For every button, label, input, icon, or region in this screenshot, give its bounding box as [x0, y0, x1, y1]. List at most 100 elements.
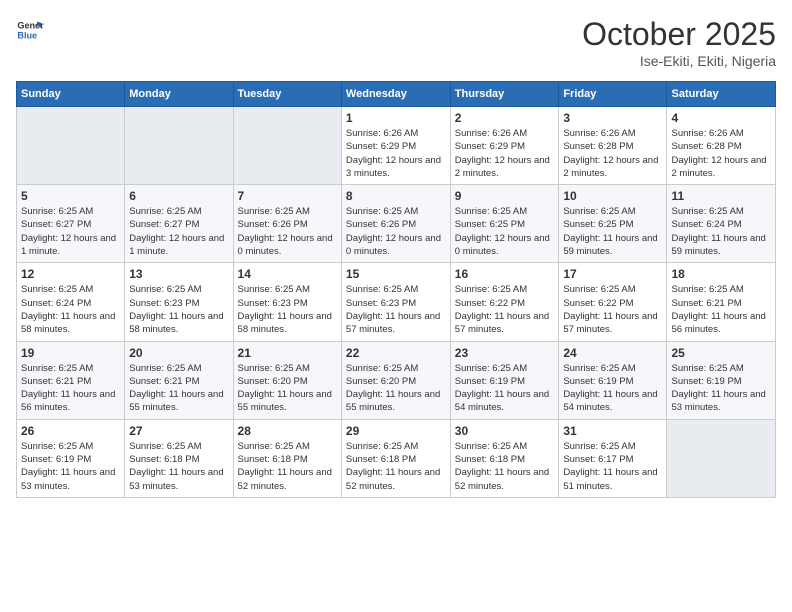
calendar-cell: 14Sunrise: 6:25 AM Sunset: 6:23 PM Dayli…	[233, 263, 341, 341]
day-info: Sunrise: 6:25 AM Sunset: 6:27 PM Dayligh…	[21, 205, 120, 258]
calendar-cell	[125, 107, 233, 185]
day-number: 13	[129, 267, 228, 281]
day-info: Sunrise: 6:25 AM Sunset: 6:18 PM Dayligh…	[129, 440, 228, 493]
day-number: 27	[129, 424, 228, 438]
calendar-cell: 9 Sunrise: 6:25 AM Sunset: 6:25 PM Daylig…	[450, 185, 559, 263]
day-number: 5	[21, 189, 120, 203]
calendar-cell: 6 Sunrise: 6:25 AM Sunset: 6:27 PM Daylig…	[125, 185, 233, 263]
day-number: 28	[238, 424, 337, 438]
day-info: Sunrise: 6:25 AM Sunset: 6:18 PM Dayligh…	[238, 440, 337, 493]
day-info: Sunrise: 6:25 AM Sunset: 6:19 PM Dayligh…	[563, 362, 662, 415]
day-info: Sunrise: 6:25 AM Sunset: 6:17 PM Dayligh…	[563, 440, 662, 493]
logo-icon: General Blue	[16, 16, 44, 44]
day-info: Sunrise: 6:26 AM Sunset: 6:29 PM Dayligh…	[455, 127, 555, 180]
calendar-cell: 30 Sunrise: 6:25 AM Sunset: 6:18 PM Dayli…	[450, 419, 559, 497]
calendar-cell: 7 Sunrise: 6:25 AM Sunset: 6:26 PM Daylig…	[233, 185, 341, 263]
day-number: 2	[455, 111, 555, 125]
day-info: Sunrise: 6:25 AM Sunset: 6:25 PM Dayligh…	[563, 205, 662, 258]
day-number: 6	[129, 189, 228, 203]
calendar-table: SundayMondayTuesdayWednesdayThursdayFrid…	[16, 81, 776, 498]
calendar-cell	[17, 107, 125, 185]
day-info: Sunrise: 6:25 AM Sunset: 6:19 PM Dayligh…	[21, 440, 120, 493]
day-number: 22	[346, 346, 446, 360]
day-number: 11	[671, 189, 771, 203]
calendar-cell	[667, 419, 776, 497]
weekday-header-monday: Monday	[125, 82, 233, 107]
day-number: 1	[346, 111, 446, 125]
calendar-cell: 22 Sunrise: 6:25 AM Sunset: 6:20 PM Dayli…	[341, 341, 450, 419]
calendar-cell: 21Sunrise: 6:25 AM Sunset: 6:20 PM Dayli…	[233, 341, 341, 419]
day-number: 21	[238, 346, 337, 360]
calendar-cell: 26 Sunrise: 6:25 AM Sunset: 6:19 PM Dayli…	[17, 419, 125, 497]
calendar-cell: 24 Sunrise: 6:25 AM Sunset: 6:19 PM Dayli…	[559, 341, 667, 419]
day-info: Sunrise: 6:25 AM Sunset: 6:22 PM Dayligh…	[563, 283, 662, 336]
calendar-cell: 16 Sunrise: 6:25 AM Sunset: 6:22 PM Dayli…	[450, 263, 559, 341]
weekday-header-thursday: Thursday	[450, 82, 559, 107]
calendar-cell: 28 Sunrise: 6:25 AM Sunset: 6:18 PM Dayli…	[233, 419, 341, 497]
location: Ise-Ekiti, Ekiti, Nigeria	[582, 53, 776, 69]
calendar-cell: 15 Sunrise: 6:25 AM Sunset: 6:23 PM Dayli…	[341, 263, 450, 341]
calendar-cell: 10 Sunrise: 6:25 AM Sunset: 6:25 PM Dayli…	[559, 185, 667, 263]
day-info: Sunrise: 6:26 AM Sunset: 6:28 PM Dayligh…	[671, 127, 771, 180]
svg-text:Blue: Blue	[17, 30, 37, 40]
day-info: Sunrise: 6:25 AM Sunset: 6:26 PM Dayligh…	[346, 205, 446, 258]
day-info: Sunrise: 6:25 AM Sunset: 6:22 PM Dayligh…	[455, 283, 555, 336]
day-info: Sunrise: 6:25 AM Sunset: 6:19 PM Dayligh…	[455, 362, 555, 415]
weekday-header-tuesday: Tuesday	[233, 82, 341, 107]
day-number: 15	[346, 267, 446, 281]
day-number: 30	[455, 424, 555, 438]
calendar-cell: 27 Sunrise: 6:25 AM Sunset: 6:18 PM Dayli…	[125, 419, 233, 497]
day-info: Sunrise: 6:25 AM Sunset: 6:23 PM Dayligh…	[346, 283, 446, 336]
day-number: 12	[21, 267, 120, 281]
calendar-cell: 8Sunrise: 6:25 AM Sunset: 6:26 PM Daylig…	[341, 185, 450, 263]
calendar-cell: 5 Sunrise: 6:25 AM Sunset: 6:27 PM Daylig…	[17, 185, 125, 263]
day-number: 24	[563, 346, 662, 360]
calendar-cell: 12 Sunrise: 6:25 AM Sunset: 6:24 PM Dayli…	[17, 263, 125, 341]
day-number: 7	[238, 189, 337, 203]
day-number: 16	[455, 267, 555, 281]
calendar-cell	[233, 107, 341, 185]
weekday-header-saturday: Saturday	[667, 82, 776, 107]
day-info: Sunrise: 6:25 AM Sunset: 6:24 PM Dayligh…	[21, 283, 120, 336]
calendar-cell: 18Sunrise: 6:25 AM Sunset: 6:21 PM Dayli…	[667, 263, 776, 341]
month-title: October 2025	[582, 16, 776, 53]
calendar-cell: 1 Sunrise: 6:26 AM Sunset: 6:29 PM Daylig…	[341, 107, 450, 185]
day-number: 26	[21, 424, 120, 438]
calendar-cell: 23 Sunrise: 6:25 AM Sunset: 6:19 PM Dayli…	[450, 341, 559, 419]
day-number: 25	[671, 346, 771, 360]
day-info: Sunrise: 6:25 AM Sunset: 6:24 PM Dayligh…	[671, 205, 771, 258]
day-number: 14	[238, 267, 337, 281]
day-number: 10	[563, 189, 662, 203]
logo: General Blue	[16, 16, 44, 44]
title-block: October 2025 Ise-Ekiti, Ekiti, Nigeria	[582, 16, 776, 69]
calendar-cell: 25Sunrise: 6:25 AM Sunset: 6:19 PM Dayli…	[667, 341, 776, 419]
day-info: Sunrise: 6:25 AM Sunset: 6:20 PM Dayligh…	[346, 362, 446, 415]
day-number: 3	[563, 111, 662, 125]
calendar-cell: 31 Sunrise: 6:25 AM Sunset: 6:17 PM Dayli…	[559, 419, 667, 497]
weekday-header-sunday: Sunday	[17, 82, 125, 107]
day-info: Sunrise: 6:25 AM Sunset: 6:21 PM Dayligh…	[129, 362, 228, 415]
day-number: 20	[129, 346, 228, 360]
calendar-cell: 13Sunrise: 6:25 AM Sunset: 6:23 PM Dayli…	[125, 263, 233, 341]
day-number: 23	[455, 346, 555, 360]
day-number: 4	[671, 111, 771, 125]
calendar-cell: 4 Sunrise: 6:26 AM Sunset: 6:28 PM Daylig…	[667, 107, 776, 185]
day-info: Sunrise: 6:26 AM Sunset: 6:29 PM Dayligh…	[346, 127, 446, 180]
calendar-cell: 20 Sunrise: 6:25 AM Sunset: 6:21 PM Dayli…	[125, 341, 233, 419]
day-number: 9	[455, 189, 555, 203]
page-header: General Blue October 2025 Ise-Ekiti, Eki…	[16, 16, 776, 69]
day-info: Sunrise: 6:25 AM Sunset: 6:26 PM Dayligh…	[238, 205, 337, 258]
calendar-cell: 11 Sunrise: 6:25 AM Sunset: 6:24 PM Dayli…	[667, 185, 776, 263]
day-info: Sunrise: 6:25 AM Sunset: 6:18 PM Dayligh…	[455, 440, 555, 493]
calendar-header: SundayMondayTuesdayWednesdayThursdayFrid…	[17, 82, 776, 107]
calendar-cell: 17Sunrise: 6:25 AM Sunset: 6:22 PM Dayli…	[559, 263, 667, 341]
weekday-header-wednesday: Wednesday	[341, 82, 450, 107]
day-info: Sunrise: 6:25 AM Sunset: 6:27 PM Dayligh…	[129, 205, 228, 258]
day-info: Sunrise: 6:26 AM Sunset: 6:28 PM Dayligh…	[563, 127, 662, 180]
day-number: 31	[563, 424, 662, 438]
day-info: Sunrise: 6:25 AM Sunset: 6:25 PM Dayligh…	[455, 205, 555, 258]
weekday-header-friday: Friday	[559, 82, 667, 107]
day-info: Sunrise: 6:25 AM Sunset: 6:21 PM Dayligh…	[21, 362, 120, 415]
day-number: 19	[21, 346, 120, 360]
calendar-cell: 29Sunrise: 6:25 AM Sunset: 6:18 PM Dayli…	[341, 419, 450, 497]
